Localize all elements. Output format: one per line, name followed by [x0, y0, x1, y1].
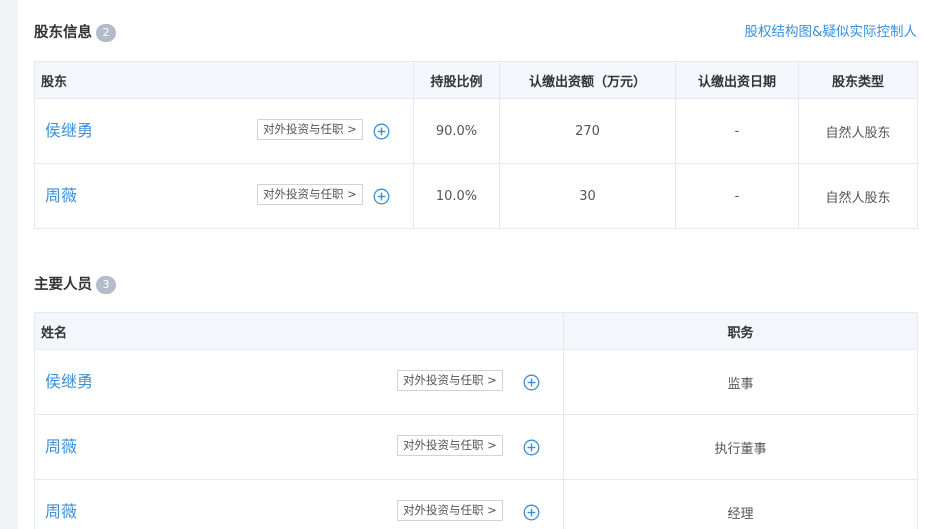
person-name-link[interactable]: 侯继勇 [45, 368, 93, 392]
subscribed-amount: 270 [499, 98, 676, 164]
left-rail [0, 0, 18, 529]
person-position: 经理 [563, 479, 918, 529]
shareholder-name-cell: 侯继勇 对外投资与任职 > [34, 98, 414, 164]
person-position: 监事 [563, 349, 918, 415]
personnel-count-badge: 3 [96, 275, 116, 294]
plus-circle-icon[interactable] [523, 439, 540, 456]
shareholder-name-link[interactable]: 侯继勇 [45, 117, 93, 141]
shareholders-count-badge: 2 [96, 23, 116, 42]
personnel-title: 主要人员 [34, 276, 92, 293]
table-row: 侯继勇 对外投资与任职 > 监事 [34, 349, 918, 415]
person-name-cell: 周薇 对外投资与任职 > [34, 479, 564, 529]
personnel-table: 姓名 职务 侯继勇 对外投资与任职 > 监事 周薇 对外投资与任职 > 执行董事 [34, 312, 918, 529]
subscribed-date: - [675, 98, 799, 164]
table-row: 周薇 对外投资与任职 > 执行董事 [34, 414, 918, 480]
column-header-ratio: 持股比例 [413, 61, 500, 99]
shareholders-section-header: 股东信息 2 股权结构图&疑似实际控制人 [34, 22, 917, 42]
subscribed-amount: 30 [499, 163, 676, 229]
investment-and-positions-button[interactable]: 对外投资与任职 > [257, 184, 363, 205]
subscribed-date: - [675, 163, 799, 229]
table-header-row: 股东 持股比例 认缴出资额（万元） 认缴出资日期 股东类型 [34, 61, 918, 99]
table-row: 侯继勇 对外投资与任职 > 90.0% 270 - 自然人股东 [34, 98, 918, 164]
column-header-shareholder: 股东 [34, 61, 414, 99]
person-name-link[interactable]: 周薇 [45, 498, 77, 522]
shareholders-table: 股东 持股比例 认缴出资额（万元） 认缴出资日期 股东类型 侯继勇 对外投资与任… [34, 61, 918, 229]
person-name-cell: 侯继勇 对外投资与任职 > [34, 349, 564, 415]
person-position: 执行董事 [563, 414, 918, 480]
plus-circle-icon[interactable] [523, 504, 540, 521]
investment-and-positions-button[interactable]: 对外投资与任职 > [397, 500, 503, 521]
table-row: 周薇 对外投资与任职 > 经理 [34, 479, 918, 529]
column-header-date: 认缴出资日期 [675, 61, 799, 99]
shareholder-type: 自然人股东 [798, 98, 918, 164]
table-header-row: 姓名 职务 [34, 312, 918, 350]
shareholding-ratio: 10.0% [413, 163, 500, 229]
equity-structure-link[interactable]: 股权结构图&疑似实际控制人 [744, 22, 917, 42]
investment-and-positions-button[interactable]: 对外投资与任职 > [257, 119, 363, 140]
shareholder-name-link[interactable]: 周薇 [45, 182, 77, 206]
plus-circle-icon[interactable] [373, 123, 390, 140]
person-name-link[interactable]: 周薇 [45, 433, 77, 457]
shareholding-ratio: 90.0% [413, 98, 500, 164]
column-header-type: 股东类型 [798, 61, 918, 99]
shareholders-title: 股东信息 [34, 24, 92, 41]
column-header-position: 职务 [563, 312, 918, 350]
personnel-section-header: 主要人员 3 [34, 274, 917, 294]
investment-and-positions-button[interactable]: 对外投资与任职 > [397, 370, 503, 391]
column-header-name: 姓名 [34, 312, 564, 350]
shareholder-type: 自然人股东 [798, 163, 918, 229]
plus-circle-icon[interactable] [523, 374, 540, 391]
person-name-cell: 周薇 对外投资与任职 > [34, 414, 564, 480]
table-row: 周薇 对外投资与任职 > 10.0% 30 - 自然人股东 [34, 163, 918, 229]
plus-circle-icon[interactable] [373, 188, 390, 205]
investment-and-positions-button[interactable]: 对外投资与任职 > [397, 435, 503, 456]
shareholder-name-cell: 周薇 对外投资与任职 > [34, 163, 414, 229]
column-header-amount: 认缴出资额（万元） [499, 61, 676, 99]
